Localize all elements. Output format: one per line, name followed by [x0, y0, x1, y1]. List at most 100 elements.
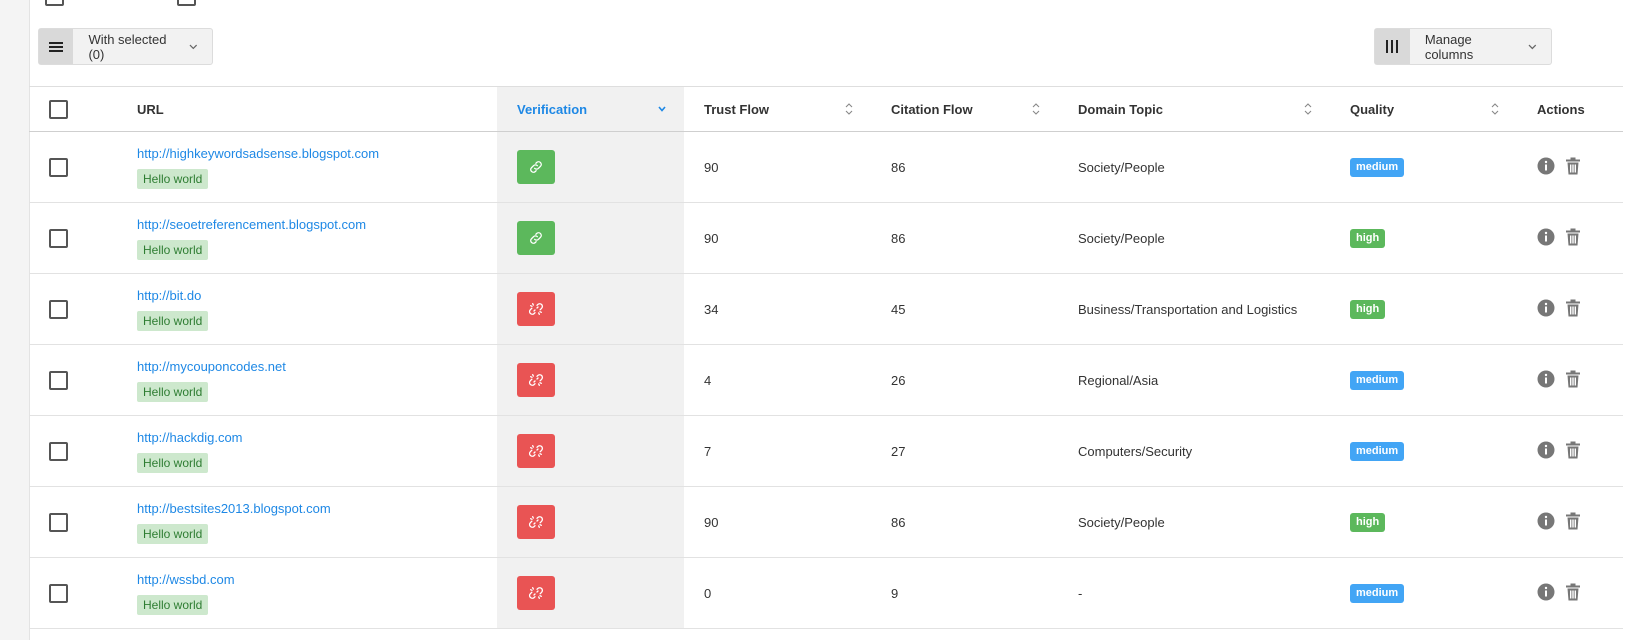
- filter-checkbox[interactable]: [45, 0, 64, 6]
- table-row: http://bestsites2013.blogspot.com Hello w…: [29, 486, 1623, 558]
- trash-icon[interactable]: [1565, 157, 1581, 178]
- trash-icon[interactable]: [1565, 370, 1581, 391]
- url-link[interactable]: http://highkeywordsadsense.blogspot.com: [137, 146, 497, 161]
- url-link[interactable]: http://bit.do: [137, 288, 497, 303]
- quality-badge: medium: [1350, 441, 1405, 461]
- citation-flow-value: 86: [891, 159, 906, 175]
- trash-icon[interactable]: [1565, 299, 1581, 320]
- info-icon[interactable]: [1537, 512, 1555, 533]
- backlinks-table: URL Verification Trust Flow Citation Flo…: [29, 86, 1623, 629]
- sort-icon[interactable]: [1032, 102, 1040, 116]
- select-all-checkbox[interactable]: [49, 99, 68, 119]
- verification-button[interactable]: [517, 576, 555, 610]
- domain-topic-value: Computers/Security: [1078, 443, 1193, 459]
- filter-checkbox[interactable]: [177, 0, 196, 6]
- tag-badge: Hello world: [137, 594, 209, 615]
- with-selected-label: With selected (0): [88, 31, 167, 62]
- info-icon[interactable]: [1537, 157, 1555, 178]
- citation-flow-value: 86: [891, 230, 906, 246]
- column-header-citation-flow[interactable]: Citation Flow: [871, 87, 1058, 132]
- verification-button[interactable]: [517, 363, 555, 397]
- row-checkbox[interactable]: [49, 157, 68, 177]
- trash-icon[interactable]: [1565, 441, 1581, 462]
- row-checkbox[interactable]: [49, 583, 68, 603]
- domain-topic-value: -: [1078, 585, 1083, 601]
- domain-topic-value: Society/People: [1078, 514, 1165, 530]
- link-icon: [528, 159, 544, 175]
- sort-icon[interactable]: [1491, 102, 1499, 116]
- manage-columns-button[interactable]: Manage columns: [1374, 28, 1552, 65]
- info-icon[interactable]: [1537, 299, 1555, 320]
- table-row: http://wssbd.com Hello world 0 9 - medium: [29, 557, 1623, 629]
- verification-button[interactable]: [517, 505, 555, 539]
- table-row: http://seoetreferencement.blogspot.com He…: [29, 202, 1623, 274]
- url-link[interactable]: http://hackdig.com: [137, 430, 497, 445]
- broken-link-icon: [528, 514, 544, 530]
- broken-link-icon: [528, 301, 544, 317]
- broken-link-icon: [528, 585, 544, 601]
- column-header-verification[interactable]: Verification: [497, 86, 684, 132]
- sort-icon[interactable]: [1304, 102, 1312, 116]
- table-row: http://highkeywordsadsense.blogspot.com H…: [29, 131, 1623, 203]
- row-checkbox[interactable]: [49, 299, 68, 319]
- domain-topic-value: Society/People: [1078, 159, 1165, 175]
- tag-badge: Hello world: [137, 168, 209, 189]
- trust-flow-value: 4: [704, 372, 712, 388]
- column-header-trust-flow[interactable]: Trust Flow: [684, 87, 871, 132]
- citation-flow-value: 45: [891, 301, 906, 317]
- domain-topic-value: Society/People: [1078, 230, 1165, 246]
- trash-icon[interactable]: [1565, 228, 1581, 249]
- with-selected-button[interactable]: With selected (0): [38, 28, 213, 65]
- row-checkbox[interactable]: [49, 441, 68, 461]
- row-checkbox[interactable]: [49, 370, 68, 390]
- quality-badge: medium: [1350, 157, 1405, 177]
- url-link[interactable]: http://bestsites2013.blogspot.com: [137, 501, 497, 516]
- columns-icon: [1375, 29, 1410, 64]
- row-checkbox[interactable]: [49, 512, 68, 532]
- domain-topic-value: Regional/Asia: [1078, 372, 1159, 388]
- column-header-url: URL: [137, 101, 164, 117]
- verification-button[interactable]: [517, 434, 555, 468]
- link-icon: [528, 230, 544, 246]
- info-icon[interactable]: [1537, 370, 1555, 391]
- citation-flow-value: 27: [891, 443, 906, 459]
- trust-flow-value: 90: [704, 514, 719, 530]
- sort-icon[interactable]: [845, 102, 853, 116]
- quality-badge: medium: [1350, 370, 1405, 390]
- trash-icon[interactable]: [1565, 512, 1581, 533]
- table-header-row: URL Verification Trust Flow Citation Flo…: [29, 86, 1623, 132]
- url-link[interactable]: http://wssbd.com: [137, 572, 497, 587]
- trust-flow-value: 90: [704, 159, 719, 175]
- row-checkbox[interactable]: [49, 228, 68, 248]
- citation-flow-value: 9: [891, 585, 899, 601]
- url-link[interactable]: http://seoetreferencement.blogspot.com: [137, 217, 497, 232]
- trust-flow-value: 90: [704, 230, 719, 246]
- manage-columns-label: Manage columns: [1424, 31, 1474, 62]
- citation-flow-value: 26: [891, 372, 906, 388]
- domain-topic-value: Business/Transportation and Logistics: [1078, 301, 1298, 317]
- info-icon[interactable]: [1537, 441, 1555, 462]
- table-row: http://mycouponcodes.net Hello world 4 26 Re…: [29, 344, 1623, 416]
- quality-badge: high: [1350, 299, 1386, 319]
- tag-badge: Hello world: [137, 239, 209, 260]
- verification-button[interactable]: [517, 150, 555, 184]
- tag-badge: Hello world: [137, 523, 209, 544]
- hamburger-icon: [39, 29, 74, 64]
- tag-badge: Hello world: [137, 310, 209, 331]
- info-icon[interactable]: [1537, 228, 1555, 249]
- quality-badge: medium: [1350, 583, 1405, 603]
- table-row: http://hackdig.com Hello world 7 27 Computer…: [29, 415, 1623, 487]
- trash-icon[interactable]: [1565, 583, 1581, 604]
- verification-button[interactable]: [517, 292, 555, 326]
- chevron-down-icon: [189, 44, 198, 49]
- sort-desc-icon[interactable]: [658, 102, 666, 116]
- chevron-down-icon: [1528, 44, 1537, 49]
- verification-button[interactable]: [517, 221, 555, 255]
- quality-badge: high: [1350, 228, 1386, 248]
- column-header-quality[interactable]: Quality: [1330, 87, 1517, 132]
- tag-badge: Hello world: [137, 381, 209, 402]
- url-link[interactable]: http://mycouponcodes.net: [137, 359, 497, 374]
- column-header-domain-topic[interactable]: Domain Topic: [1058, 87, 1330, 132]
- info-icon[interactable]: [1537, 583, 1555, 604]
- trust-flow-value: 7: [704, 443, 712, 459]
